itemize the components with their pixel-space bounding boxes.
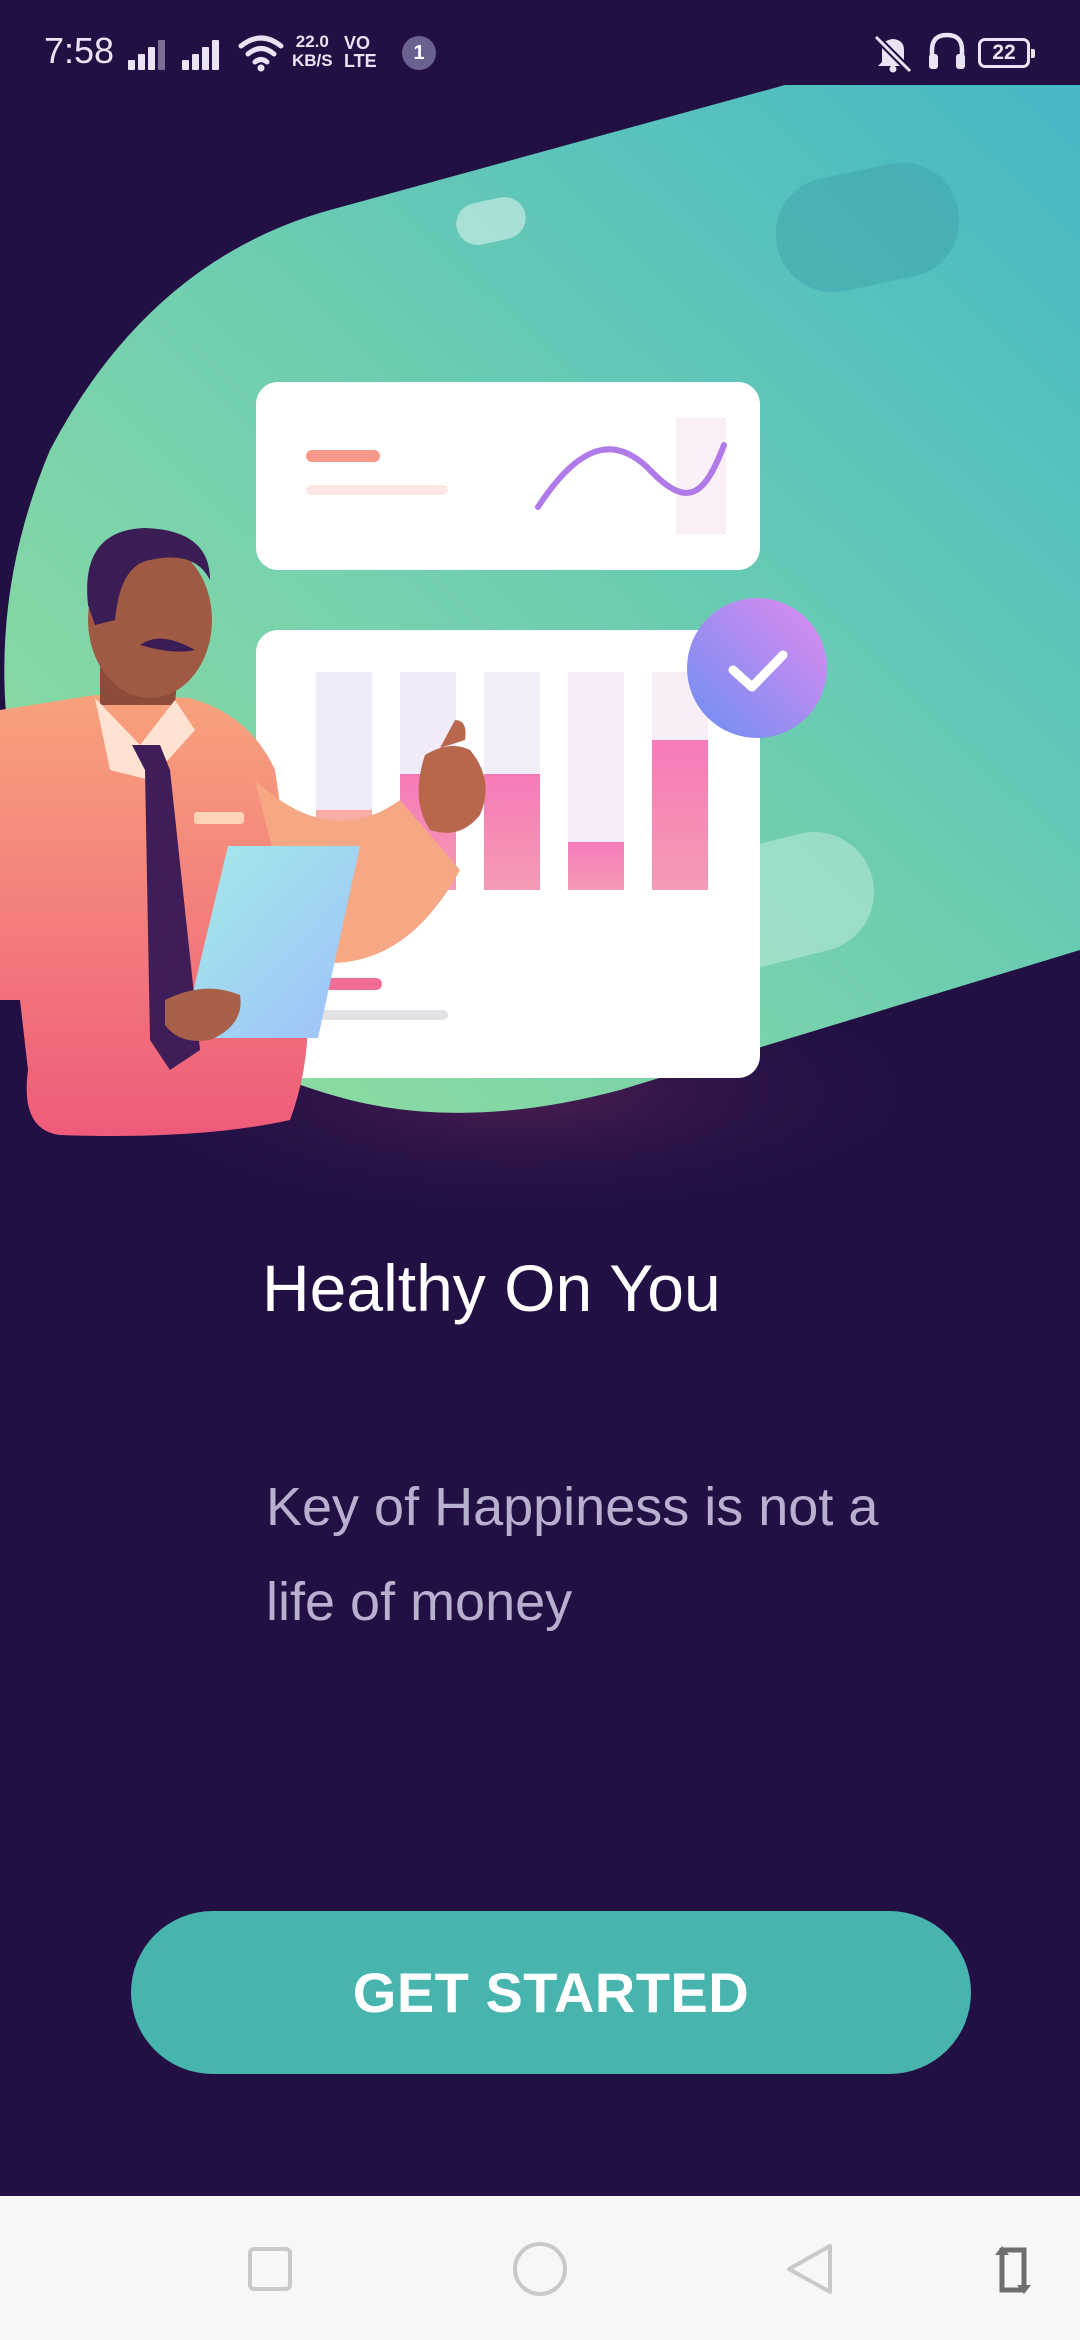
signal-strength-icon [128,36,172,70]
status-time: 7:58 [44,30,115,71]
mute-icon [873,34,913,74]
rotate-icon[interactable] [968,2224,1058,2314]
battery-icon: 22 [978,38,1035,68]
volte-top-label: VO [344,33,371,53]
check-badge-icon [687,598,827,738]
signal-strength-icon-2 [182,36,226,70]
back-icon[interactable] [765,2224,855,2314]
wifi-icon [238,35,284,72]
volte-bottom-label: LTE [344,51,377,71]
recent-apps-icon[interactable] [225,2224,315,2314]
headphones-icon [929,32,965,69]
network-speed-value: 22.0 [295,32,329,51]
line-chart-card-icon [256,382,760,570]
network-speed: 22.0 KB/S [292,32,333,70]
onboarding-headline: Healthy On You [262,1251,721,1325]
volte-indicator: VO LTE [344,34,377,70]
onboarding-subtitle: Key of Happiness is not a life of money [266,1477,879,1632]
notification-count-badge: 1 [402,36,436,70]
get-started-button[interactable]: GET STARTED [131,1911,971,2074]
hero-illustration [0,85,1080,1220]
network-speed-unit: KB/S [292,51,333,70]
navigation-bar [0,2196,1080,2340]
home-icon[interactable] [495,2224,585,2314]
